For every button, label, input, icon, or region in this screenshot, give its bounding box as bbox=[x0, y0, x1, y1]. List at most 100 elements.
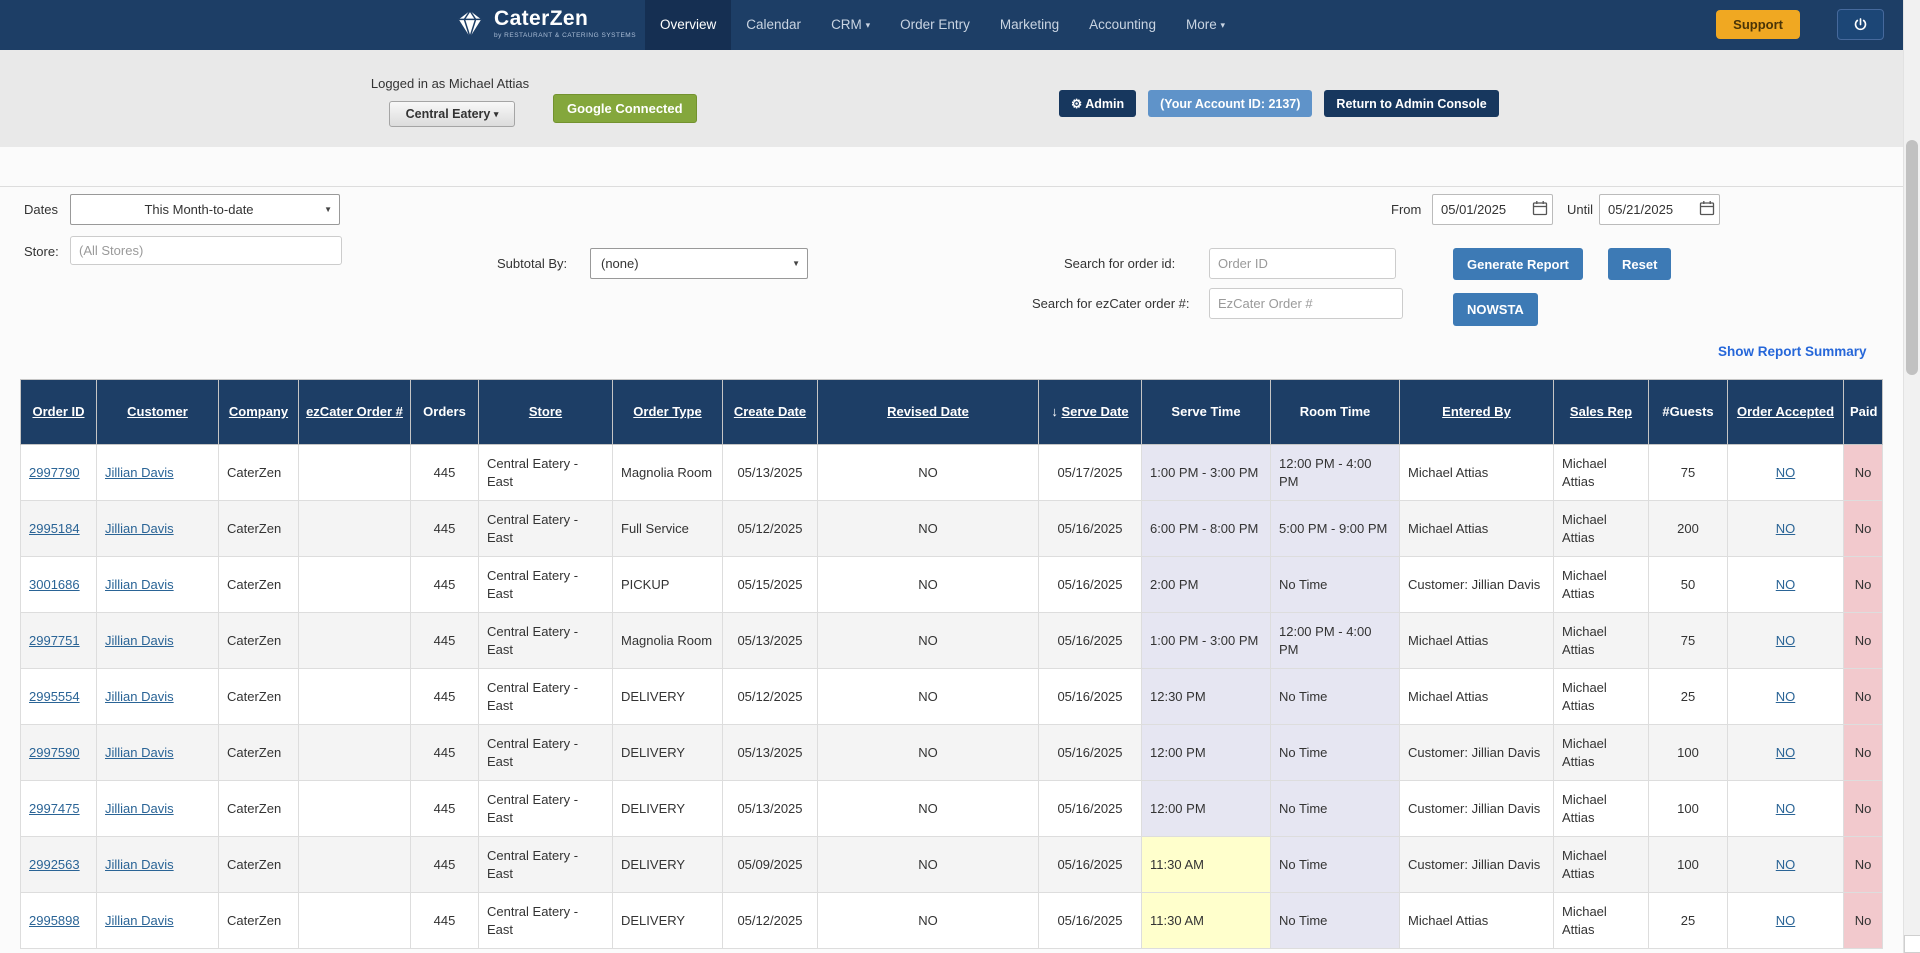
revised-date-cell: NO bbox=[818, 893, 1039, 949]
dates-select[interactable]: This Month-to-date ▼ bbox=[70, 194, 340, 225]
return-admin-console-button[interactable]: Return to Admin Console bbox=[1324, 90, 1498, 117]
order-accepted-link[interactable]: NO bbox=[1776, 577, 1796, 592]
table-row: 2995554Jillian DavisCaterZen445Central E… bbox=[21, 669, 1883, 725]
column-header-customer[interactable]: Customer bbox=[97, 380, 219, 445]
order-accepted-link[interactable]: NO bbox=[1776, 633, 1796, 648]
store-cell: Central Eatery - East bbox=[479, 501, 613, 557]
store-selector-dropdown[interactable]: Central Eatery ▾ bbox=[389, 101, 515, 127]
serve-time-cell: 1:00 PM - 3:00 PM bbox=[1142, 613, 1271, 669]
scrollbar-thumb[interactable] bbox=[1906, 140, 1918, 375]
nav-item-crm[interactable]: CRM ▾ bbox=[816, 0, 885, 50]
brand-name: CaterZen bbox=[494, 8, 636, 29]
column-header-entered_by[interactable]: Entered By bbox=[1400, 380, 1554, 445]
ezcater-cell bbox=[299, 893, 411, 949]
order-accepted-link[interactable]: NO bbox=[1776, 521, 1796, 536]
serve-date-cell: 05/16/2025 bbox=[1039, 501, 1142, 557]
generate-report-button[interactable]: Generate Report bbox=[1453, 248, 1583, 280]
guests-cell: 100 bbox=[1649, 725, 1728, 781]
calendar-icon bbox=[1699, 200, 1715, 216]
logout-button[interactable] bbox=[1837, 9, 1884, 40]
customer-link[interactable]: Jillian Davis bbox=[105, 521, 174, 536]
table-row: 2995898Jillian DavisCaterZen445Central E… bbox=[21, 893, 1883, 949]
nav-item-accounting[interactable]: Accounting bbox=[1074, 0, 1171, 50]
create-date-cell: 05/13/2025 bbox=[723, 445, 818, 501]
column-header-serve_date[interactable]: ↓ Serve Date bbox=[1039, 380, 1142, 445]
nav-item-calendar[interactable]: Calendar bbox=[731, 0, 816, 50]
column-header-guests: #Guests bbox=[1649, 380, 1728, 445]
nav-item-order-entry[interactable]: Order Entry bbox=[885, 0, 985, 50]
column-header-order_id[interactable]: Order ID bbox=[21, 380, 97, 445]
subtotal-select[interactable]: (none) ▼ bbox=[590, 248, 808, 279]
company-cell: CaterZen bbox=[219, 893, 299, 949]
order-accepted-link[interactable]: NO bbox=[1776, 745, 1796, 760]
order-accepted-link[interactable]: NO bbox=[1776, 465, 1796, 480]
nav-item-marketing[interactable]: Marketing bbox=[985, 0, 1074, 50]
from-calendar-button[interactable] bbox=[1531, 200, 1549, 218]
order-accepted-cell: NO bbox=[1728, 837, 1844, 893]
column-header-create_date[interactable]: Create Date bbox=[723, 380, 818, 445]
column-header-company[interactable]: Company bbox=[219, 380, 299, 445]
nav-item-more[interactable]: More ▾ bbox=[1171, 0, 1240, 50]
create-date-cell: 05/15/2025 bbox=[723, 557, 818, 613]
column-header-order_accepted[interactable]: Order Accepted bbox=[1728, 380, 1844, 445]
customer-link[interactable]: Jillian Davis bbox=[105, 577, 174, 592]
order-accepted-link[interactable]: NO bbox=[1776, 689, 1796, 704]
customer-link[interactable]: Jillian Davis bbox=[105, 745, 174, 760]
column-header-sales_rep[interactable]: Sales Rep bbox=[1554, 380, 1649, 445]
order-accepted-link[interactable]: NO bbox=[1776, 913, 1796, 928]
google-connected-button[interactable]: Google Connected bbox=[553, 94, 697, 123]
entered-by-cell: Michael Attias bbox=[1400, 893, 1554, 949]
reset-button[interactable]: Reset bbox=[1608, 248, 1671, 280]
store-input[interactable] bbox=[70, 236, 342, 265]
column-header-order_type[interactable]: Order Type bbox=[613, 380, 723, 445]
serve-time-cell: 11:30 AM bbox=[1142, 837, 1271, 893]
orders-count-cell: 445 bbox=[411, 837, 479, 893]
order-id-link[interactable]: 2997790 bbox=[29, 465, 80, 480]
create-date-cell: 05/13/2025 bbox=[723, 613, 818, 669]
order-id-link[interactable]: 3001686 bbox=[29, 577, 80, 592]
customer-link[interactable]: Jillian Davis bbox=[105, 913, 174, 928]
column-header-paid: Paid bbox=[1844, 380, 1883, 445]
customer-cell: Jillian Davis bbox=[97, 893, 219, 949]
support-button[interactable]: Support bbox=[1716, 10, 1800, 39]
order-id-link[interactable]: 2995554 bbox=[29, 689, 80, 704]
order-id-cell: 2992563 bbox=[21, 837, 97, 893]
account-id-button[interactable]: (Your Account ID: 2137) bbox=[1148, 90, 1312, 117]
sales-rep-cell: Michael Attias bbox=[1554, 781, 1649, 837]
customer-link[interactable]: Jillian Davis bbox=[105, 689, 174, 704]
sales-rep-cell: Michael Attias bbox=[1554, 837, 1649, 893]
sales-rep-cell: Michael Attias bbox=[1554, 725, 1649, 781]
order-id-link[interactable]: 2997475 bbox=[29, 801, 80, 816]
customer-link[interactable]: Jillian Davis bbox=[105, 857, 174, 872]
order-accepted-link[interactable]: NO bbox=[1776, 801, 1796, 816]
order-id-cell: 2995898 bbox=[21, 893, 97, 949]
order-id-cell: 2997475 bbox=[21, 781, 97, 837]
column-header-store[interactable]: Store bbox=[479, 380, 613, 445]
order-accepted-link[interactable]: NO bbox=[1776, 857, 1796, 872]
order-id-search-input[interactable] bbox=[1209, 248, 1396, 279]
admin-button[interactable]: ⚙ Admin bbox=[1059, 90, 1136, 117]
show-report-summary-link[interactable]: Show Report Summary bbox=[1718, 344, 1867, 359]
nowsta-button[interactable]: NOWSTA bbox=[1453, 293, 1538, 326]
order-id-link[interactable]: 2992563 bbox=[29, 857, 80, 872]
customer-link[interactable]: Jillian Davis bbox=[105, 801, 174, 816]
column-header-ezcater[interactable]: ezCater Order # bbox=[299, 380, 411, 445]
order-id-link[interactable]: 2995898 bbox=[29, 913, 80, 928]
column-header-revised_date[interactable]: Revised Date bbox=[818, 380, 1039, 445]
orders-count-cell: 445 bbox=[411, 669, 479, 725]
ezcater-search-input[interactable] bbox=[1209, 288, 1403, 319]
ezcater-cell bbox=[299, 669, 411, 725]
customer-link[interactable]: Jillian Davis bbox=[105, 465, 174, 480]
room-time-cell: 5:00 PM - 9:00 PM bbox=[1271, 501, 1400, 557]
customer-link[interactable]: Jillian Davis bbox=[105, 633, 174, 648]
column-header-serve_time: Serve Time bbox=[1142, 380, 1271, 445]
nav-item-overview[interactable]: Overview bbox=[645, 0, 731, 50]
company-cell: CaterZen bbox=[219, 613, 299, 669]
until-calendar-button[interactable] bbox=[1698, 200, 1716, 218]
order-id-link[interactable]: 2997590 bbox=[29, 745, 80, 760]
vertical-scrollbar[interactable] bbox=[1903, 0, 1920, 953]
order-id-link[interactable]: 2995184 bbox=[29, 521, 80, 536]
from-date-field bbox=[1432, 194, 1553, 225]
order-id-link[interactable]: 2997751 bbox=[29, 633, 80, 648]
company-cell: CaterZen bbox=[219, 557, 299, 613]
